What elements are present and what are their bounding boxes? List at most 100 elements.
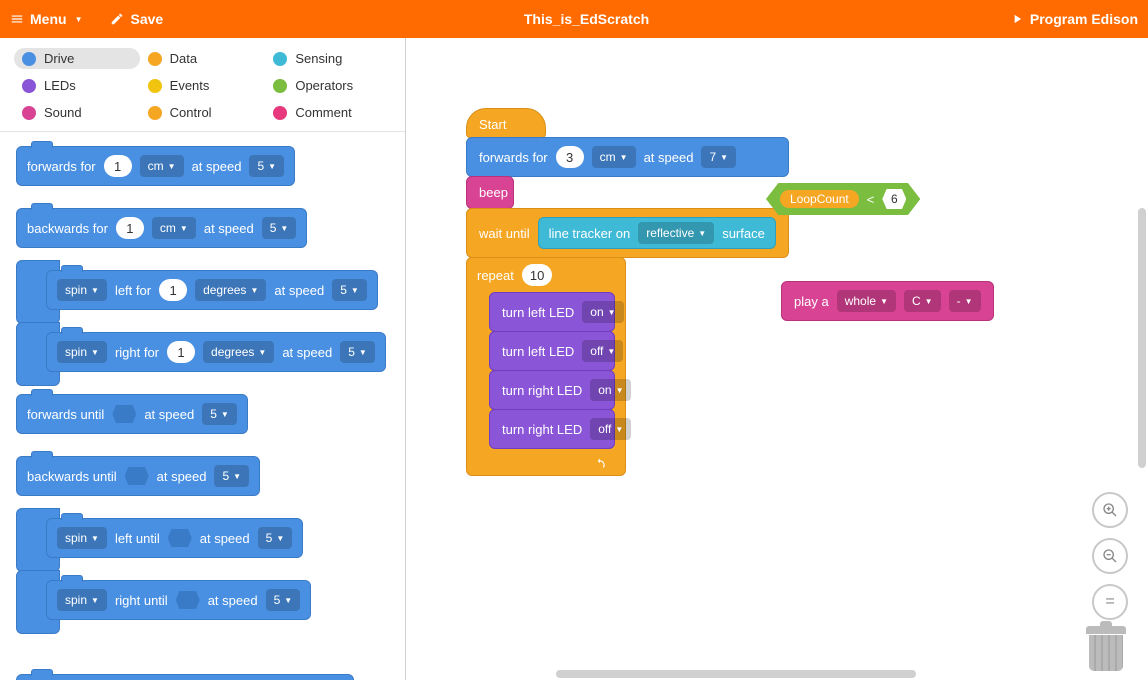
boolean-slot[interactable] xyxy=(168,529,192,547)
speed-dropdown[interactable]: 5▼ xyxy=(249,155,284,177)
unit-dropdown[interactable]: cm▼ xyxy=(152,217,196,239)
number-input[interactable]: 1 xyxy=(167,341,195,363)
block-play-note[interactable]: play a whole▼ C▼ -▼ xyxy=(781,281,994,321)
play-icon xyxy=(1010,12,1024,26)
save-button[interactable]: Save xyxy=(110,11,163,27)
block-spin-left-for[interactable]: spin▼ left for 1 degrees▼ at speed 5▼ xyxy=(46,270,378,310)
recenter-button[interactable]: = xyxy=(1092,584,1128,620)
boolean-line-tracker[interactable]: line tracker on reflective▼ surface xyxy=(538,217,776,249)
horizontal-scrollbar[interactable] xyxy=(556,670,916,678)
block-set-both-motors[interactable]: set both motors to drive forwards▼ at sp… xyxy=(16,674,354,680)
block-turn-left-led-on[interactable]: turn left LED on▼ xyxy=(489,292,615,332)
block-turn-right-led-off[interactable]: turn right LED off▼ xyxy=(489,409,615,449)
category-operators[interactable]: Operators xyxy=(265,75,391,96)
save-label: Save xyxy=(130,11,163,27)
speed-dropdown[interactable]: 5▼ xyxy=(262,217,297,239)
category-sound[interactable]: Sound xyxy=(14,102,140,123)
script-stack-play[interactable]: play a whole▼ C▼ -▼ xyxy=(781,281,994,321)
speed-dropdown[interactable]: 5▼ xyxy=(258,527,293,549)
speed-dropdown[interactable]: 5▼ xyxy=(266,589,301,611)
spin-dropdown[interactable]: spin▼ xyxy=(57,589,107,611)
unit-dropdown[interactable]: cm▼ xyxy=(140,155,184,177)
zoom-in-button[interactable] xyxy=(1092,492,1128,528)
script-canvas[interactable]: Start forwards for 3 cm▼ at speed 7▼ bee… xyxy=(406,38,1148,680)
vertical-scrollbar[interactable] xyxy=(1138,208,1146,468)
block-label: at speed xyxy=(204,221,254,236)
boolean-slot[interactable] xyxy=(125,467,149,485)
category-data[interactable]: Data xyxy=(140,48,266,69)
state-dropdown[interactable]: off▼ xyxy=(590,418,631,440)
speed-dropdown[interactable]: 5▼ xyxy=(340,341,375,363)
block-spin-right-until[interactable]: spin▼ right until at speed 5▼ xyxy=(46,580,311,620)
dot-icon xyxy=(148,106,162,120)
length-dropdown[interactable]: whole▼ xyxy=(837,290,896,312)
zoom-out-button[interactable] xyxy=(1092,538,1128,574)
block-backwards-for[interactable]: backwards for 1 cm▼ at speed 5▼ xyxy=(16,208,307,248)
category-sensing[interactable]: Sensing xyxy=(265,48,391,69)
zoom-out-icon xyxy=(1102,548,1118,564)
block-label: at speed xyxy=(200,531,250,546)
block-label: at speed xyxy=(282,345,332,360)
block-forwards-for[interactable]: forwards for 1 cm▼ at speed 5▼ xyxy=(16,146,295,186)
number-input[interactable]: 1 xyxy=(116,217,144,239)
block-label: right until xyxy=(115,593,168,608)
speed-dropdown[interactable]: 7▼ xyxy=(701,146,736,168)
program-button[interactable]: Program Edison xyxy=(1010,11,1138,27)
block-label: turn right LED xyxy=(502,422,582,437)
note-dropdown[interactable]: C▼ xyxy=(904,290,941,312)
category-label: Sensing xyxy=(295,51,342,66)
spin-dropdown[interactable]: spin▼ xyxy=(57,279,107,301)
boolean-slot[interactable] xyxy=(112,405,136,423)
speed-dropdown[interactable]: 5▼ xyxy=(214,465,249,487)
block-forwards-until[interactable]: forwards until at speed 5▼ xyxy=(16,394,248,434)
category-label: Comment xyxy=(295,105,351,120)
number-input[interactable]: 1 xyxy=(104,155,132,177)
category-control[interactable]: Control xyxy=(140,102,266,123)
category-drive[interactable]: Drive xyxy=(14,48,140,69)
zoom-in-icon xyxy=(1102,502,1118,518)
block-backwards-until[interactable]: backwards until at speed 5▼ xyxy=(16,456,260,496)
block-spin-right-for[interactable]: spin▼ right for 1 degrees▼ at speed 5▼ xyxy=(46,332,386,372)
boolean-slot[interactable] xyxy=(176,591,200,609)
block-wait-until[interactable]: wait until line tracker on reflective▼ s… xyxy=(466,208,789,258)
state-dropdown[interactable]: off▼ xyxy=(582,340,623,362)
block-label: Start xyxy=(479,117,506,132)
variable-reporter[interactable]: LoopCount xyxy=(780,190,859,208)
block-label: line tracker on xyxy=(549,226,631,241)
block-palette[interactable]: forwards for 1 cm▼ at speed 5▼ backwards… xyxy=(0,132,405,680)
block-spin-left-until[interactable]: spin▼ left until at speed 5▼ xyxy=(46,518,303,558)
block-turn-right-led-on[interactable]: turn right LED on▼ xyxy=(489,370,615,410)
surface-dropdown[interactable]: reflective▼ xyxy=(638,222,714,244)
number-input[interactable]: 1 xyxy=(159,279,187,301)
state-dropdown[interactable]: on▼ xyxy=(590,379,631,401)
menu-button[interactable]: Menu ▼ xyxy=(10,11,82,27)
dot-icon xyxy=(22,79,36,93)
block-repeat[interactable]: repeat 10 turn left LED on▼ turn left LE… xyxy=(466,257,626,476)
script-stack-main[interactable]: Start forwards for 3 cm▼ at speed 7▼ bee… xyxy=(466,108,789,476)
block-turn-left-led-off[interactable]: turn left LED off▼ xyxy=(489,331,615,371)
block-label: turn right LED xyxy=(502,383,582,398)
unit-dropdown[interactable]: degrees▼ xyxy=(195,279,266,301)
spin-dropdown[interactable]: spin▼ xyxy=(57,527,107,549)
speed-dropdown[interactable]: 5▼ xyxy=(202,403,237,425)
category-comment[interactable]: Comment xyxy=(265,102,391,123)
spin-dropdown[interactable]: spin▼ xyxy=(57,341,107,363)
number-input[interactable]: 6 xyxy=(882,189,906,209)
category-events[interactable]: Events xyxy=(140,75,266,96)
block-forwards-for[interactable]: forwards for 3 cm▼ at speed 7▼ xyxy=(466,137,789,177)
unit-dropdown[interactable]: cm▼ xyxy=(592,146,636,168)
block-label: turn left LED xyxy=(502,305,574,320)
unit-dropdown[interactable]: degrees▼ xyxy=(203,341,274,363)
speed-dropdown[interactable]: 5▼ xyxy=(332,279,367,301)
dot-icon xyxy=(273,106,287,120)
category-leds[interactable]: LEDs xyxy=(14,75,140,96)
block-label: repeat xyxy=(477,268,514,283)
block-compare[interactable]: LoopCount < 6 xyxy=(766,183,920,215)
block-start-hat[interactable]: Start xyxy=(466,108,546,138)
block-beep[interactable]: beep xyxy=(466,176,514,209)
number-input[interactable]: 10 xyxy=(522,264,552,286)
state-dropdown[interactable]: on▼ xyxy=(582,301,623,323)
mod-dropdown[interactable]: -▼ xyxy=(949,290,981,312)
trash-button[interactable] xyxy=(1086,626,1126,672)
number-input[interactable]: 3 xyxy=(556,146,584,168)
